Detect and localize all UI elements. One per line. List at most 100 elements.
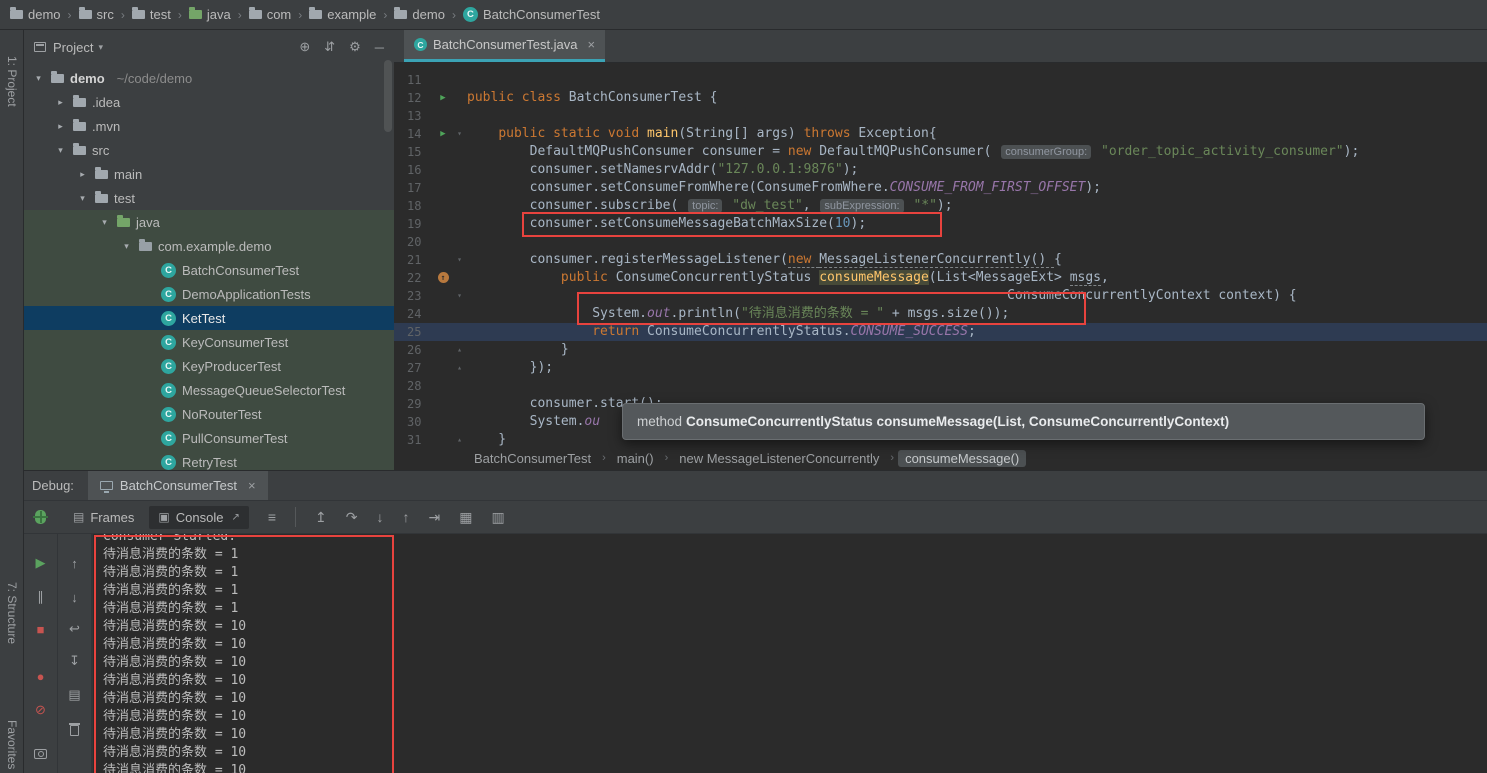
chevron-expanded-icon[interactable]: ▾: [120, 241, 133, 252]
tree-item-noroutertest[interactable]: CNoRouterTest: [24, 402, 394, 426]
resume-icon[interactable]: ▶: [32, 555, 50, 571]
run-to-cursor-icon[interactable]: ⇥: [428, 509, 440, 526]
tree-item-com-example-demo[interactable]: ▾com.example.demo: [24, 234, 394, 258]
console-output[interactable]: Consumer Started.待消息消费的条数 = 1待消息消费的条数 = …: [92, 534, 1487, 773]
step-over-icon[interactable]: ↷: [346, 509, 358, 526]
close-session-icon[interactable]: ×: [248, 478, 256, 493]
chevron-expanded-icon[interactable]: ▾: [98, 217, 111, 228]
hide-panel-icon[interactable]: ─: [375, 40, 384, 55]
debug-session-tab[interactable]: BatchConsumerTest ×: [88, 471, 268, 500]
code-line-25[interactable]: 25 return ConsumeConcurrentlyStatus.CONS…: [394, 323, 1487, 341]
clear-all-button[interactable]: [66, 721, 84, 737]
tree-item-kettest[interactable]: CKetTest: [24, 306, 394, 330]
fold-marker-icon[interactable]: ▴: [452, 359, 467, 377]
stripe-structure-button[interactable]: 7: Structure: [5, 582, 19, 644]
editor-breadcrumb-consumemessage[interactable]: consumeMessage(): [898, 450, 1026, 467]
soft-wrap-icon[interactable]: ↩: [66, 621, 84, 637]
mute-breakpoints-icon[interactable]: ⊘: [32, 702, 50, 718]
close-tab-icon[interactable]: ×: [588, 37, 596, 52]
stripe-project-button[interactable]: 1: Project: [5, 56, 19, 107]
code-line-13[interactable]: 13: [394, 107, 1487, 125]
debug-tab-console[interactable]: ▣Console↗: [149, 506, 248, 529]
fold-marker-icon[interactable]: ▴: [452, 431, 467, 446]
breadcrumb-item-example[interactable]: example: [307, 7, 378, 22]
tree-item-src[interactable]: ▾src: [24, 138, 394, 162]
code-line-24[interactable]: 24 System.out.println("待消息消费的条数 = " + ms…: [394, 305, 1487, 323]
overrides-gutter-icon[interactable]: ↑: [434, 269, 452, 287]
breadcrumb-item-demo[interactable]: demo: [8, 7, 63, 22]
breadcrumb-item-java[interactable]: java: [187, 7, 233, 22]
code-line-17[interactable]: 17 consumer.setConsumeFromWhere(ConsumeF…: [394, 179, 1487, 197]
breadcrumb-item-demo[interactable]: demo: [392, 7, 447, 22]
up-stack-trace-icon[interactable]: ↑: [66, 555, 84, 571]
code-line-16[interactable]: 16 consumer.setNamesrvAddr("127.0.0.1:98…: [394, 161, 1487, 179]
run-gutter-icon[interactable]: ▶: [434, 89, 452, 107]
breadcrumb-item-src[interactable]: src: [77, 7, 116, 22]
tree-item-test[interactable]: ▾test: [24, 186, 394, 210]
step-out-icon[interactable]: ↑: [402, 509, 409, 525]
fold-marker-icon[interactable]: ▾: [452, 251, 467, 269]
code-line-18[interactable]: 18 consumer.subscribe( topic: "dw_test",…: [394, 197, 1487, 215]
settings-gear-icon[interactable]: ⚙: [349, 39, 361, 55]
tree-item-keyproducertest[interactable]: CKeyProducerTest: [24, 354, 394, 378]
pause-icon[interactable]: ∥: [32, 589, 50, 605]
tree-item-idea[interactable]: ▸.idea: [24, 90, 394, 114]
code-line-22[interactable]: 22↑ public ConsumeConcurrentlyStatus con…: [394, 269, 1487, 287]
code-line-11[interactable]: 11: [394, 71, 1487, 89]
run-gutter-icon[interactable]: ▶: [434, 125, 452, 143]
editor-tab-batchconsumertest-java[interactable]: C BatchConsumerTest.java ×: [404, 30, 605, 62]
debug-tab-frames[interactable]: ▤Frames: [64, 506, 143, 529]
code-line-21[interactable]: 21▾ consumer.registerMessageListener(new…: [394, 251, 1487, 269]
rerun-debug-icon[interactable]: [35, 510, 46, 524]
chevron-expanded-icon[interactable]: ▾: [54, 145, 67, 156]
tree-item-java[interactable]: ▾java: [24, 210, 394, 234]
debugger-settings-icon[interactable]: ▥: [491, 509, 504, 526]
tree-item-demoapplicationtests[interactable]: CDemoApplicationTests: [24, 282, 394, 306]
chevron-collapsed-icon[interactable]: ▸: [76, 169, 89, 180]
tree-item-mvn[interactable]: ▸.mvn: [24, 114, 394, 138]
fold-marker-icon[interactable]: ▴: [452, 341, 467, 359]
chevron-collapsed-icon[interactable]: ▸: [54, 121, 67, 132]
tree-item-keyconsumertest[interactable]: CKeyConsumerTest: [24, 330, 394, 354]
code-editor[interactable]: 1112▶public class BatchConsumerTest {131…: [394, 63, 1487, 446]
scroll-to-end-icon[interactable]: ↧: [66, 653, 84, 669]
locate-file-icon[interactable]: ⊕: [299, 39, 310, 55]
evaluate-expression-icon[interactable]: ▦: [459, 509, 472, 526]
breadcrumb-item-batchconsumertest[interactable]: CBatchConsumerTest: [461, 7, 602, 22]
code-line-26[interactable]: 26▴ }: [394, 341, 1487, 359]
tree-item-retrytest[interactable]: CRetryTest: [24, 450, 394, 470]
breadcrumb-item-com[interactable]: com: [247, 7, 294, 22]
breadcrumb-item-test[interactable]: test: [130, 7, 173, 22]
tree-item-batchconsumertest[interactable]: CBatchConsumerTest: [24, 258, 394, 282]
editor-breadcrumb-new-messagelistenerconcurrently[interactable]: new MessageListenerConcurrently: [672, 450, 886, 467]
project-view-selector[interactable]: Project ▾: [53, 40, 103, 55]
code-line-23[interactable]: 23▾ ConsumeConcurrentlyContext context) …: [394, 287, 1487, 305]
stop-icon[interactable]: ■: [32, 621, 50, 637]
code-line-15[interactable]: 15 DefaultMQPushConsumer consumer = new …: [394, 143, 1487, 161]
code-line-20[interactable]: 20: [394, 233, 1487, 251]
fold-marker-icon[interactable]: ▾: [452, 287, 467, 305]
tree-item-pullconsumertest[interactable]: CPullConsumerTest: [24, 426, 394, 450]
tree-item-messagequeueselectortest[interactable]: CMessageQueueSelectorTest: [24, 378, 394, 402]
fold-marker-icon[interactable]: ▾: [452, 125, 467, 143]
stripe-favorites-button[interactable]: Favorites: [5, 720, 19, 769]
code-line-28[interactable]: 28: [394, 377, 1487, 395]
restore-layout-icon[interactable]: ≡: [268, 509, 276, 525]
code-line-27[interactable]: 27▴ });: [394, 359, 1487, 377]
code-line-14[interactable]: 14▶▾ public static void main(String[] ar…: [394, 125, 1487, 143]
tree-scrollbar[interactable]: [384, 60, 392, 132]
editor-breadcrumb-main[interactable]: main(): [610, 450, 661, 467]
down-stack-trace-icon[interactable]: ↓: [66, 589, 84, 605]
collapse-all-icon[interactable]: ⇵: [324, 39, 335, 55]
print-icon[interactable]: ▤: [66, 687, 84, 703]
view-breakpoints-icon[interactable]: ●: [32, 668, 50, 684]
tree-item-main[interactable]: ▸main: [24, 162, 394, 186]
code-line-19[interactable]: 19 consumer.setConsumeMessageBatchMaxSiz…: [394, 215, 1487, 233]
jump-to-source-icon[interactable]: ↗: [231, 512, 239, 523]
editor-breadcrumb-batchconsumertest[interactable]: BatchConsumerTest: [467, 450, 598, 467]
screenshot-button[interactable]: [32, 746, 50, 762]
tree-item-demo[interactable]: ▾demo~/code/demo: [24, 66, 394, 90]
step-into-icon[interactable]: ↓: [376, 509, 383, 525]
code-line-12[interactable]: 12▶public class BatchConsumerTest {: [394, 89, 1487, 107]
chevron-collapsed-icon[interactable]: ▸: [54, 97, 67, 108]
